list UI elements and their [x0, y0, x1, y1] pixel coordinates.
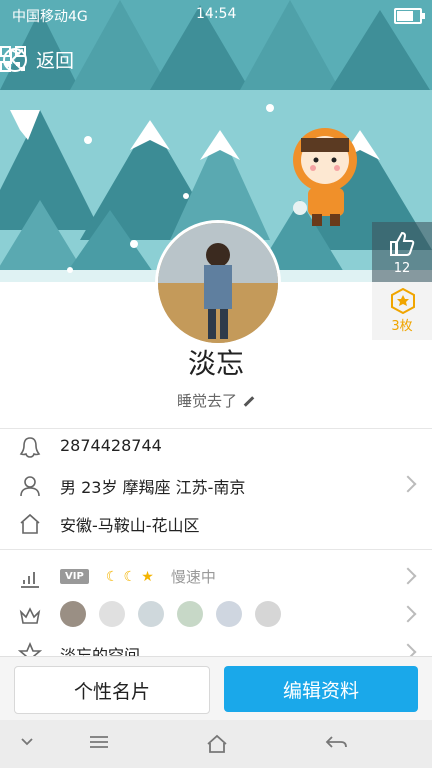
- back-label: 返回: [36, 50, 75, 72]
- chevron-right-icon: [399, 475, 417, 493]
- basic-info-text: 男 23岁 摩羯座 江苏-南京: [60, 478, 246, 497]
- penguin-badge-icon: [60, 601, 86, 627]
- edit-profile-button[interactable]: 编辑资料: [224, 666, 418, 712]
- home-icon: [20, 513, 40, 534]
- gem-badge-icon: [177, 601, 204, 627]
- speed-status: 慢速中: [170, 568, 216, 586]
- hometown-row[interactable]: 安徽-马鞍山-花山区: [0, 504, 432, 542]
- avatar-photo: [158, 223, 278, 343]
- medal-count: 3枚: [391, 319, 413, 334]
- like-button[interactable]: 12: [372, 222, 432, 282]
- star-icon: ★: [141, 568, 154, 585]
- basic-info-row[interactable]: 男 23岁 摩羯座 江苏-南京: [0, 466, 432, 504]
- level-info: VIP ☾ ☾ ★ 慢速中: [60, 566, 216, 587]
- like-count: 12: [393, 261, 411, 276]
- medal-button[interactable]: 3枚: [372, 282, 432, 340]
- level-icons: ☾ ☾ ★: [106, 566, 159, 585]
- vip-badge: VIP: [60, 569, 89, 584]
- bolt-badge-icon: [255, 601, 282, 627]
- profile-card-button[interactable]: 个性名片: [14, 666, 210, 714]
- hometown-text: 安徽-马鞍山-花山区: [60, 516, 200, 535]
- back-key-icon[interactable]: [324, 734, 348, 752]
- menu-icon[interactable]: [88, 734, 110, 750]
- badge-icons: [60, 601, 289, 627]
- avatar[interactable]: [155, 220, 281, 346]
- divider: [0, 549, 432, 550]
- bar-chart-icon: [21, 572, 39, 588]
- medal-icon: [391, 288, 415, 314]
- thumbs-up-icon: [390, 231, 415, 256]
- status-bar: 中国移动4G 14:54: [0, 0, 432, 30]
- edit-pen-icon: [243, 396, 255, 407]
- person-icon: [20, 476, 40, 497]
- signature-text: 睡觉去了: [176, 392, 237, 410]
- star-badge-icon: [216, 601, 243, 627]
- chevron-right-icon: [399, 567, 417, 585]
- carrier-label: 中国移动4G: [12, 9, 88, 25]
- battery-icon: [394, 8, 425, 24]
- profile-name: 淡忘: [187, 347, 244, 380]
- badges-row[interactable]: [0, 596, 432, 634]
- qr-code-icon[interactable]: [0, 46, 26, 72]
- moon-icon: ☾: [105, 568, 119, 585]
- chevron-right-icon: [399, 605, 417, 623]
- level-row[interactable]: VIP ☾ ☾ ★ 慢速中: [0, 558, 432, 596]
- clock: 14:54: [196, 6, 237, 22]
- diamond-badge-icon: [99, 601, 126, 627]
- crown-icon: [19, 607, 41, 624]
- home-key-icon[interactable]: [206, 734, 228, 754]
- qq-number-row[interactable]: 2874428744: [0, 428, 432, 466]
- chevron-down-icon[interactable]: [20, 734, 34, 748]
- system-nav-bar: [0, 720, 432, 768]
- top-nav: 返回: [0, 40, 432, 80]
- action-bar: 个性名片 编辑资料: [0, 656, 432, 721]
- signature[interactable]: 睡觉去了: [0, 390, 432, 411]
- moon-icon: ☾: [123, 568, 137, 585]
- qq-number: 2874428744: [60, 436, 162, 455]
- penguin-icon: [19, 437, 41, 458]
- cloud-badge-icon: [138, 601, 165, 627]
